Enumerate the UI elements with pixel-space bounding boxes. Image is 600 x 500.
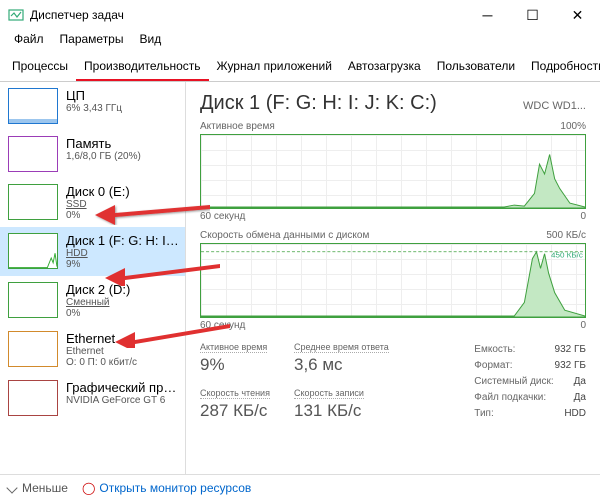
- mem-sub: 1,6/8,0 ГБ (20%): [66, 151, 181, 162]
- open-resource-monitor-link[interactable]: ◯Открыть монитор ресурсов: [82, 481, 251, 495]
- chart1-label: Активное время: [200, 121, 275, 132]
- gpu-label: Графический процессор: [66, 380, 181, 395]
- disk2-thumb: [8, 282, 58, 318]
- fewer-details-toggle[interactable]: Меньше: [8, 481, 68, 495]
- eth-sub: Ethernet: [66, 346, 181, 357]
- footer: Меньше ◯Открыть монитор ресурсов: [0, 474, 600, 500]
- tab-processes[interactable]: Процессы: [4, 54, 76, 81]
- disk0-sub: SSD: [66, 199, 181, 210]
- disk1-pct: 9%: [66, 259, 181, 270]
- minimize-button[interactable]: ─: [465, 0, 510, 30]
- gpu-sub: NVIDIA GeForce GT 6: [66, 395, 181, 406]
- chart2-marker: 450 КБ/с: [551, 251, 583, 260]
- stat-write-val: 131 КБ/с: [294, 401, 374, 421]
- menu-options[interactable]: Параметры: [54, 30, 130, 50]
- stat-write-lbl: Скорость записи: [294, 388, 364, 399]
- close-button[interactable]: ✕: [555, 0, 600, 30]
- chart2-label: Скорость обмена данными с диском: [200, 230, 369, 241]
- sidebar-item-disk1[interactable]: Диск 1 (F: G: H: I: J: K: C:)HDD9%: [0, 227, 185, 276]
- cpu-label: ЦП: [66, 88, 181, 103]
- mem-label: Память: [66, 136, 181, 151]
- menubar: Файл Параметры Вид: [0, 30, 600, 50]
- gpu-thumb: [8, 380, 58, 416]
- tab-users[interactable]: Пользователи: [429, 54, 523, 81]
- titlebar: Диспетчер задач ─ ☐ ✕: [0, 0, 600, 30]
- sidebar-item-disk0[interactable]: Диск 0 (E:)SSD0%: [0, 178, 185, 227]
- sidebar-item-gpu[interactable]: Графический процессорNVIDIA GeForce GT 6: [0, 374, 185, 422]
- tab-details[interactable]: Подробности: [523, 54, 600, 81]
- sidebar-item-ethernet[interactable]: EthernetEthernetО: 0 П: 0 кбит/с: [0, 325, 185, 374]
- chart-transfer-rate: 450 КБ/с: [200, 243, 586, 318]
- stat-read-val: 287 КБ/с: [200, 401, 280, 421]
- disk1-label: Диск 1 (F: G: H: I: J: K: C:): [66, 233, 181, 248]
- cpu-sub: 6% 3,43 ГГц: [66, 103, 181, 114]
- tab-apphistory[interactable]: Журнал приложений: [209, 54, 340, 81]
- stat-active-val: 9%: [200, 355, 280, 375]
- stat-active-lbl: Активное время: [200, 342, 267, 353]
- disk-properties: Емкость:932 ГБ Формат:932 ГБ Системный д…: [474, 342, 586, 422]
- taskmgr-icon: [8, 7, 24, 23]
- chart-active-time: [200, 134, 586, 209]
- disk0-pct: 0%: [66, 210, 181, 221]
- chart2-xright: 0: [580, 320, 586, 331]
- disk2-pct: 0%: [66, 308, 181, 319]
- tab-performance[interactable]: Производительность: [76, 54, 208, 81]
- disk1-thumb: [8, 233, 58, 269]
- menu-file[interactable]: Файл: [8, 30, 50, 50]
- eth-sub2: О: 0 П: 0 кбит/с: [66, 357, 181, 368]
- main-panel: Диск 1 (F: G: H: I: J: K: C:) WDC WD1...…: [186, 82, 600, 474]
- chart1-xright: 0: [580, 211, 586, 222]
- chart1-max: 100%: [560, 121, 586, 132]
- chart2-xleft: 60 секунд: [200, 320, 245, 331]
- sidebar-item-memory[interactable]: Память1,6/8,0 ГБ (20%): [0, 130, 185, 178]
- resource-monitor-icon: ◯: [82, 481, 95, 495]
- mem-thumb: [8, 136, 58, 172]
- chart1-xleft: 60 секунд: [200, 211, 245, 222]
- stat-resp-lbl: Среднее время ответа: [294, 342, 389, 353]
- menu-view[interactable]: Вид: [133, 30, 167, 50]
- disk2-label: Диск 2 (D:): [66, 282, 181, 297]
- chevron-up-icon: [6, 482, 17, 493]
- cpu-thumb: [8, 88, 58, 124]
- disk1-sub: HDD: [66, 248, 181, 259]
- tabs: Процессы Производительность Журнал прило…: [0, 54, 600, 82]
- sidebar-item-disk2[interactable]: Диск 2 (D:)Сменный0%: [0, 276, 185, 325]
- chart2-max: 500 КБ/с: [546, 230, 586, 241]
- tab-startup[interactable]: Автозагрузка: [340, 54, 429, 81]
- disk2-sub: Сменный: [66, 297, 181, 308]
- sidebar: ЦП6% 3,43 ГГц Память1,6/8,0 ГБ (20%) Дис…: [0, 82, 186, 474]
- eth-label: Ethernet: [66, 331, 181, 346]
- sidebar-item-cpu[interactable]: ЦП6% 3,43 ГГц: [0, 82, 185, 130]
- disk0-thumb: [8, 184, 58, 220]
- disk0-label: Диск 0 (E:): [66, 184, 181, 199]
- maximize-button[interactable]: ☐: [510, 0, 555, 30]
- disk-model: WDC WD1...: [523, 100, 586, 112]
- eth-thumb: [8, 331, 58, 367]
- stat-resp-val: 3,6 мс: [294, 355, 389, 375]
- stat-read-lbl: Скорость чтения: [200, 388, 270, 399]
- page-title: Диск 1 (F: G: H: I: J: K: C:): [200, 92, 437, 115]
- window-title: Диспетчер задач: [30, 8, 465, 22]
